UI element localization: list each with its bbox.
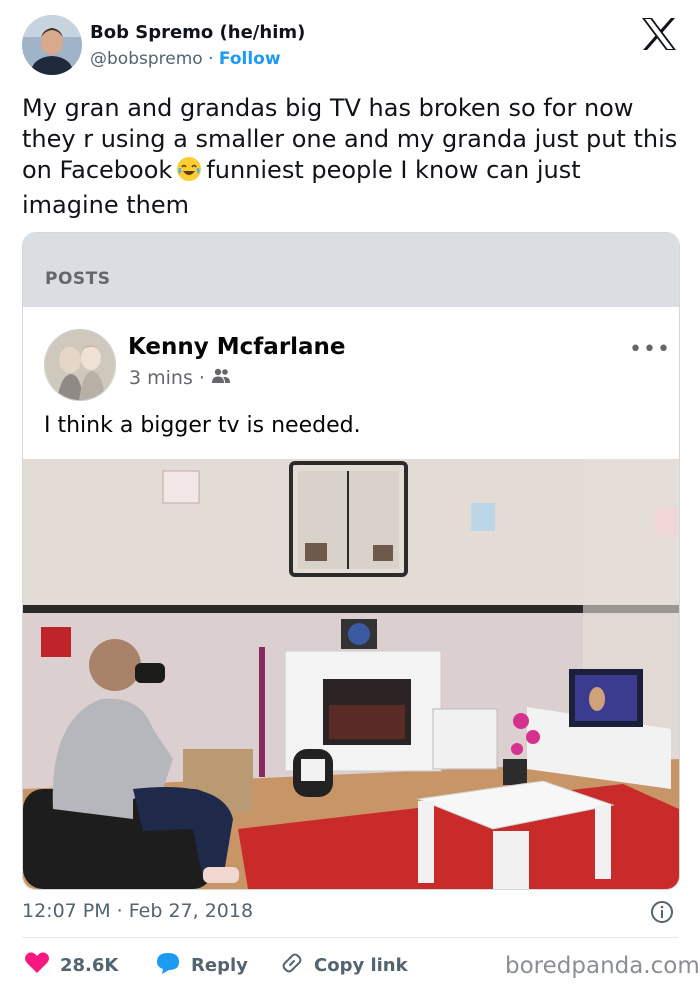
face-with-tears-of-joy-icon bbox=[176, 156, 202, 190]
more-options-icon[interactable]: ••• bbox=[629, 337, 671, 362]
fb-meta-separator: · bbox=[198, 367, 205, 389]
watermark: boredpanda.com bbox=[505, 953, 700, 979]
posts-section-label: POSTS bbox=[45, 269, 111, 289]
x-logo-icon[interactable] bbox=[640, 17, 678, 51]
author-name[interactable]: Bob Spremo (he/him) bbox=[90, 22, 305, 43]
fb-author-name[interactable]: Kenny Mcfarlane bbox=[128, 334, 346, 360]
like-count: 28.6K bbox=[60, 955, 119, 976]
reply-label: Reply bbox=[191, 955, 248, 976]
embedded-media-card[interactable]: POSTS Kenny Mcfarlane 3 mins · ••• I thi… bbox=[22, 232, 680, 890]
heart-icon bbox=[24, 951, 50, 980]
author-avatar[interactable] bbox=[22, 15, 82, 75]
tweet-text: My gran and grandas big TV has broken so… bbox=[22, 93, 682, 221]
living-room-photo[interactable] bbox=[23, 459, 679, 889]
author-handle[interactable]: @bobspremo bbox=[90, 49, 203, 69]
reply-bubble-icon bbox=[155, 951, 181, 980]
info-icon[interactable] bbox=[650, 900, 674, 924]
posts-header-bar: POSTS bbox=[23, 233, 679, 307]
friends-icon bbox=[211, 367, 231, 389]
copy-link-label: Copy link bbox=[314, 955, 408, 976]
like-button[interactable]: 28.6K bbox=[24, 951, 118, 980]
copy-link-button[interactable]: Copy link bbox=[280, 951, 408, 980]
link-icon bbox=[280, 951, 304, 980]
fb-author-avatar[interactable] bbox=[44, 329, 116, 401]
author-handle-row: @bobspremo · Follow bbox=[90, 49, 281, 69]
reply-button[interactable]: Reply bbox=[155, 951, 248, 980]
handle-separator: · bbox=[208, 49, 214, 69]
fb-post-time[interactable]: 3 mins bbox=[129, 367, 193, 389]
fb-post-meta: 3 mins · bbox=[129, 367, 231, 389]
footer-divider bbox=[22, 937, 678, 938]
tweet-timestamp[interactable]: 12:07 PM · Feb 27, 2018 bbox=[22, 900, 253, 922]
fb-post-text: I think a bigger tv is needed. bbox=[44, 413, 361, 438]
follow-button[interactable]: Follow bbox=[219, 49, 281, 69]
